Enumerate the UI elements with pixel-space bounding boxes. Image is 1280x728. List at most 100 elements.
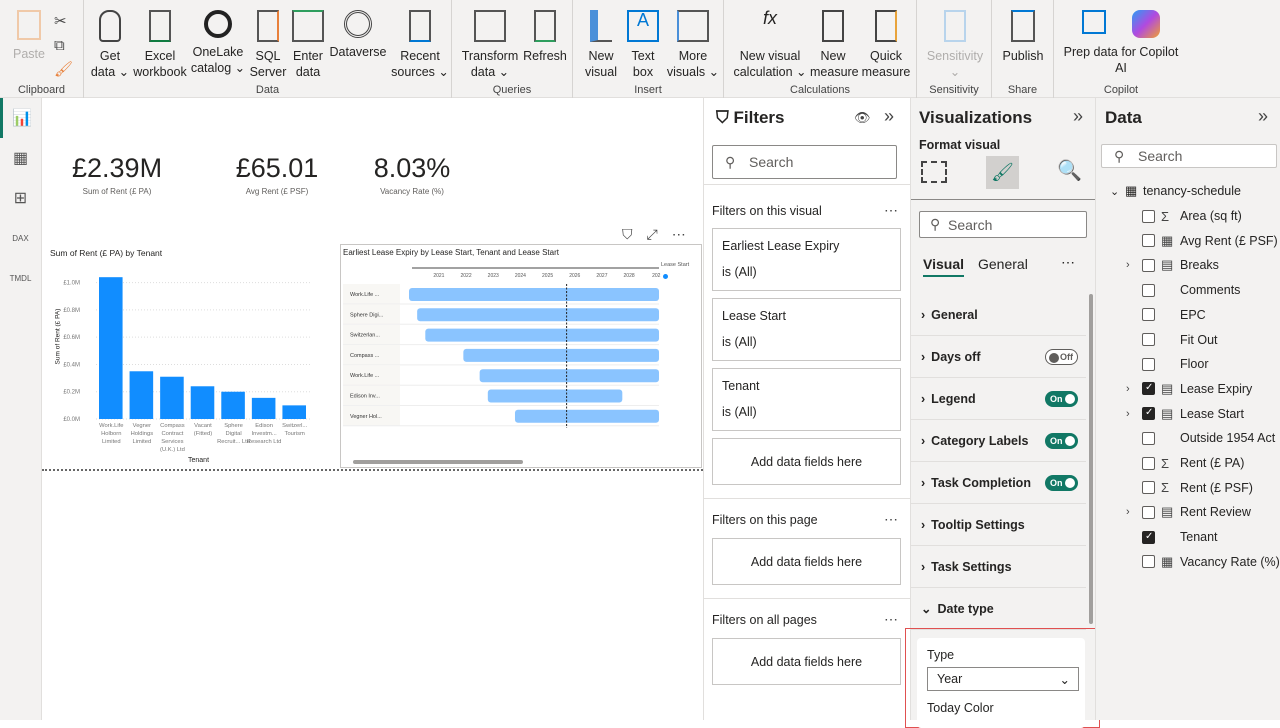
toggle-switch[interactable]: On [1045, 432, 1078, 449]
filter-card-earliest-lease-expiry[interactable]: Earliest Lease Expiry is (All) [712, 228, 901, 291]
viz-scrollbar[interactable] [1089, 294, 1093, 624]
format-section-category-labels[interactable]: › Category Labels On [911, 420, 1086, 462]
text-box-button[interactable]: A Text box [623, 8, 663, 80]
table-tenancy-schedule[interactable]: ⌄ ▦ tenancy-schedule [1096, 179, 1280, 203]
field-checkbox[interactable] [1142, 431, 1155, 445]
bar[interactable] [129, 371, 154, 419]
bar[interactable] [190, 386, 215, 419]
format-visual-paintbrush-icon[interactable]: 🖌 [986, 156, 1019, 189]
sensitivity-button[interactable]: Sensitivity ⌄ [921, 8, 989, 80]
field-vacancy-rate-[interactable]: ▦ Vacancy Rate (%) [1096, 550, 1280, 574]
field-comments[interactable]: Comments [1096, 278, 1280, 302]
paste-button[interactable]: Paste [10, 8, 48, 62]
transform-data-button[interactable]: Transform data ⌄ [460, 8, 520, 80]
kpi-card-avg-rent[interactable]: £65.01 Avg Rent (£ PSF) [232, 153, 322, 196]
gantt-visual[interactable]: Earliest Lease Expiry by Lease Start, Te… [340, 244, 702, 468]
field-rent-psf-[interactable]: Σ Rent (£ PSF) [1096, 476, 1280, 500]
filter-card-lease-start[interactable]: Lease Start is (All) [712, 298, 901, 361]
format-section-date-type[interactable]: ⌄ Date type [911, 588, 1086, 630]
field-checkbox[interactable] [1142, 283, 1155, 297]
field-breaks[interactable]: › ▤ Breaks [1096, 253, 1280, 277]
excel-workbook-button[interactable]: Excel workbook [132, 8, 188, 80]
quick-measure-button[interactable]: Quick measure [858, 8, 914, 80]
new-visual-button[interactable]: New visual [581, 8, 621, 80]
bar[interactable] [251, 397, 276, 419]
bar-chart-visual[interactable]: Sum of Rent (£ PA) by Tenant Sum of Rent… [48, 243, 338, 468]
field-checkbox[interactable] [1142, 530, 1155, 544]
format-section-task-completion[interactable]: › Task Completion On [911, 462, 1086, 504]
enter-data-button[interactable]: Enter data [288, 8, 328, 80]
field-checkbox[interactable] [1142, 382, 1155, 396]
focus-mode-icon[interactable]: ⤢ [647, 226, 658, 243]
bar[interactable] [160, 376, 184, 419]
filters-search-input[interactable]: ⚲ Search [712, 145, 897, 179]
more-options-icon[interactable]: ⋯ [672, 226, 686, 243]
format-section-general[interactable]: › General [911, 294, 1086, 336]
field-rent-review[interactable]: › ▤ Rent Review [1096, 500, 1280, 524]
visual-filter-icon[interactable]: ⛉ [622, 226, 633, 243]
get-data-button[interactable]: Get data ⌄ [90, 8, 130, 80]
field-outside-1954-act[interactable]: Outside 1954 Act [1096, 426, 1280, 450]
new-visual-calculation-button[interactable]: fx New visual calculation ⌄ [732, 8, 808, 80]
more-options-icon[interactable]: ⋯ [884, 611, 898, 628]
recent-sources-button[interactable]: Recent sources ⌄ [390, 8, 450, 80]
publish-button[interactable]: Publish [998, 8, 1048, 64]
field-avg-rent-psf-[interactable]: ▦ Avg Rent (£ PSF) [1096, 229, 1280, 253]
toggle-switch[interactable]: On [1045, 474, 1078, 491]
field-checkbox[interactable] [1142, 357, 1155, 371]
format-painter-icon[interactable]: 🖌 [54, 58, 73, 82]
field-fit-out[interactable]: Fit Out [1096, 328, 1280, 352]
report-view-icon[interactable]: 📊 [0, 98, 41, 138]
copy-icon[interactable]: ⧉ [54, 34, 73, 58]
table-view-icon[interactable]: ▦ [0, 138, 41, 178]
onelake-catalog-button[interactable]: OneLake catalog ⌄ [190, 8, 246, 76]
new-measure-button[interactable]: New measure [810, 8, 859, 80]
more-visuals-button[interactable]: More visuals ⌄ [665, 8, 721, 80]
chevron-right-icon[interactable]: › [1126, 259, 1130, 271]
chevron-right-icon[interactable]: › [1126, 383, 1130, 395]
field-tenant[interactable]: Tenant [1096, 525, 1280, 549]
refresh-button[interactable]: Refresh [520, 8, 570, 64]
sql-server-button[interactable]: SQL Server [248, 8, 288, 80]
field-checkbox[interactable] [1142, 505, 1155, 519]
tab-general[interactable]: General [978, 256, 1028, 272]
viz-search-input[interactable]: ⚲ Search [919, 211, 1087, 238]
gantt-bar[interactable] [409, 288, 659, 301]
tab-visual[interactable]: Visual [923, 256, 964, 277]
field-checkbox[interactable] [1142, 258, 1155, 272]
date-type-dropdown[interactable]: Year ⌄ [927, 667, 1079, 691]
gantt-bar[interactable] [417, 308, 659, 322]
toggle-switch[interactable]: Off [1045, 348, 1078, 365]
more-options-icon[interactable]: ⋯ [884, 511, 898, 528]
collapse-visualizations-icon[interactable]: » [1073, 106, 1083, 127]
format-section-task-settings[interactable]: › Task Settings [911, 546, 1086, 588]
field-area-sq-ft-[interactable]: Σ Area (sq ft) [1096, 204, 1280, 228]
field-checkbox[interactable] [1142, 333, 1155, 346]
field-epc[interactable]: EPC [1096, 303, 1280, 327]
format-section-days-off[interactable]: › Days off Off [911, 336, 1086, 378]
prep-data-copilot-button[interactable]: Prep data for Copilot AI [1058, 8, 1184, 76]
collapse-data-icon[interactable]: » [1258, 106, 1268, 127]
gantt-bar[interactable] [425, 328, 659, 342]
field-checkbox[interactable] [1142, 308, 1155, 322]
kpi-card-vacancy[interactable]: 8.03% Vacancy Rate (%) [367, 153, 457, 196]
gantt-bar[interactable] [463, 348, 659, 362]
dax-query-view-icon[interactable]: DAX [0, 218, 41, 258]
field-checkbox[interactable] [1142, 555, 1155, 569]
field-floor[interactable]: Floor [1096, 352, 1280, 376]
tmdl-view-icon[interactable]: TMDL [0, 258, 41, 298]
gantt-horizontal-scrollbar[interactable] [353, 460, 523, 464]
all-pages-add-fields-dropzone[interactable]: Add data fields here [712, 638, 901, 685]
field-checkbox[interactable] [1142, 456, 1155, 470]
bar[interactable] [99, 277, 123, 419]
cut-icon[interactable]: ✂ [54, 10, 73, 34]
field-lease-expiry[interactable]: ›▤Lease Expiry [1096, 377, 1280, 401]
collapse-filters-icon[interactable]: » [884, 106, 894, 127]
build-visual-icon[interactable] [921, 161, 947, 183]
dataverse-button[interactable]: Dataverse [328, 8, 388, 60]
model-view-icon[interactable]: ⊞ [0, 178, 41, 218]
page-add-fields-dropzone[interactable]: Add data fields here [712, 538, 901, 585]
field-checkbox[interactable] [1142, 481, 1155, 495]
format-section-legend[interactable]: › Legend On [911, 378, 1086, 420]
more-options-icon[interactable]: ⋯ [884, 202, 898, 219]
